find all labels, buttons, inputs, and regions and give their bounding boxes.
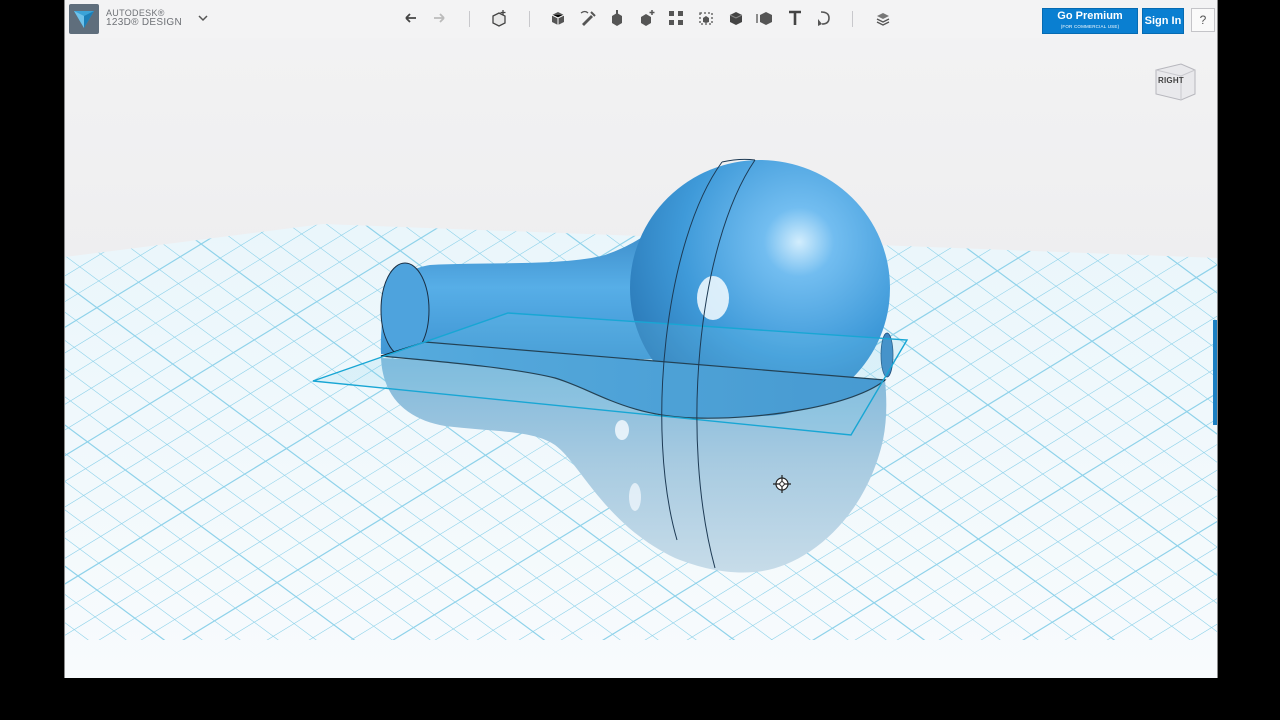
toolbar-divider — [852, 11, 853, 27]
pattern-icon[interactable] — [665, 7, 687, 29]
side-panel-tab[interactable] — [1213, 320, 1217, 425]
new-object-icon[interactable] — [488, 7, 510, 29]
brand-name: AUTODESK® 123D® DESIGN — [106, 8, 182, 28]
material-icon[interactable] — [872, 7, 894, 29]
undo-icon[interactable] — [400, 7, 422, 29]
text-icon[interactable] — [784, 7, 806, 29]
toolbar-divider — [469, 11, 470, 27]
model-lower-highlight — [629, 483, 641, 511]
app-logo-icon[interactable] — [69, 4, 99, 34]
construct-icon[interactable] — [606, 7, 628, 29]
toolbar-divider — [529, 11, 530, 27]
brand-line2: 123D® DESIGN — [106, 17, 182, 28]
go-premium-button[interactable]: Go Premium (FOR COMMERCIAL USE) — [1042, 8, 1138, 34]
help-button[interactable]: ? — [1191, 8, 1215, 32]
measure-icon[interactable] — [754, 7, 776, 29]
app-window: AUTODESK® 123D® DESIGN Go Premium (FOR C… — [64, 0, 1218, 678]
pan-cursor-icon — [773, 475, 791, 493]
sketch-icon[interactable] — [577, 7, 599, 29]
modify-icon[interactable] — [636, 7, 658, 29]
top-toolbar: AUTODESK® 123D® DESIGN Go Premium (FOR C… — [65, 0, 1217, 39]
snap-icon[interactable] — [813, 7, 835, 29]
premium-label: Go Premium — [1057, 10, 1123, 22]
chevron-down-icon[interactable] — [197, 12, 209, 24]
model-highlight — [697, 276, 729, 320]
premium-sublabel: (FOR COMMERCIAL USE) — [1060, 24, 1120, 29]
combine-icon[interactable] — [725, 7, 747, 29]
grouping-icon[interactable] — [695, 7, 717, 29]
redo-icon[interactable] — [428, 7, 450, 29]
view-cube-label: RIGHT — [1158, 76, 1184, 85]
model-lower-highlight — [615, 420, 629, 440]
sign-in-button[interactable]: Sign In — [1142, 8, 1184, 34]
primitives-icon[interactable] — [547, 7, 569, 29]
viewport-canvas[interactable] — [65, 38, 1217, 678]
